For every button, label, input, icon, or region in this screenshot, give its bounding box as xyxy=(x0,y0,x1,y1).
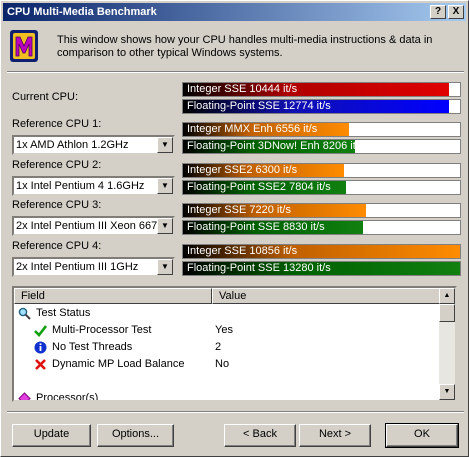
dropdown-arrow-icon[interactable]: ▼ xyxy=(157,178,173,194)
reference-cpu-4-label: Reference CPU 4: xyxy=(12,240,102,252)
reference-cpu-2-select[interactable]: 1x Intel Pentium 4 1.6GHz ▼ xyxy=(12,176,175,196)
list-item[interactable]: Test Status xyxy=(14,305,441,322)
field-text: Multi-Processor Test xyxy=(52,324,152,336)
help-button[interactable]: ? xyxy=(430,5,446,19)
listview-header: Field Value xyxy=(14,288,441,304)
bar-label: Floating-Point SSE 12774 it/s xyxy=(187,100,331,112)
benchmark-window: CPU Multi-Media Benchmark ? X This windo… xyxy=(0,0,469,457)
info-icon xyxy=(34,341,47,354)
dropdown-arrow-icon[interactable]: ▼ xyxy=(157,218,173,234)
value-text: Yes xyxy=(215,324,233,336)
value-text: 2 xyxy=(215,341,222,353)
bar-label: Integer SSE 7220 it/s xyxy=(187,204,291,216)
current-cpu-float-bar: Floating-Point SSE 12774 it/s xyxy=(182,99,461,114)
window-title: CPU Multi-Media Benchmark xyxy=(7,6,157,18)
reference-cpu-2-label: Reference CPU 2: xyxy=(12,159,102,171)
intro-text: This window shows how your CPU handles m… xyxy=(57,34,433,59)
list-item[interactable]: Multi-Processor Test Yes xyxy=(14,322,441,339)
reference-cpu-1-select[interactable]: 1x AMD Athlon 1.2GHz ▼ xyxy=(12,135,175,155)
bar-label: Integer SSE 10444 it/s xyxy=(187,83,298,95)
update-button[interactable]: Update xyxy=(12,424,91,447)
back-button[interactable]: < Back xyxy=(224,424,296,447)
value-text: No xyxy=(215,358,230,370)
vertical-scrollbar[interactable]: ▲ ▼ xyxy=(439,288,455,400)
field-text: Dynamic MP Load Balance xyxy=(52,358,185,370)
bar-label: Integer SSE 10856 it/s xyxy=(187,245,298,257)
checkmark-icon xyxy=(34,325,47,337)
scroll-up-icon[interactable]: ▲ xyxy=(439,288,455,304)
dropdown-arrow-icon[interactable]: ▼ xyxy=(157,259,173,275)
bar-label: Floating-Point 3DNow! Enh 8206 it/s xyxy=(187,140,365,152)
title-bar[interactable]: CPU Multi-Media Benchmark ? X xyxy=(3,3,466,21)
reference-cpu-4-value: 2x Intel Pentium III 1GHz xyxy=(16,261,139,273)
divider-bottom xyxy=(7,411,464,413)
bar-label: Floating-Point SSE 13280 it/s xyxy=(187,262,331,274)
list-item[interactable]: No Test Threads 2 xyxy=(14,339,441,356)
reference-cpu-4-select[interactable]: 2x Intel Pentium III 1GHz ▼ xyxy=(12,257,175,277)
next-button[interactable]: Next > xyxy=(299,424,371,447)
reference-cpu-1-value: 1x AMD Athlon 1.2GHz xyxy=(16,139,129,151)
reference-cpu-4-integer-bar: Integer SSE 10856 it/s xyxy=(182,244,461,259)
list-item[interactable]: Dynamic MP Load Balance No xyxy=(14,356,441,373)
ok-button[interactable]: OK xyxy=(385,423,459,448)
current-cpu-label: Current CPU: xyxy=(12,91,79,103)
current-cpu-integer-bar: Integer SSE 10444 it/s xyxy=(182,82,461,97)
column-header-field[interactable]: Field xyxy=(14,288,212,304)
reference-cpu-2-integer-bar: Integer SSE2 6300 it/s xyxy=(182,163,461,178)
field-text: No Test Threads xyxy=(52,341,133,353)
reference-cpu-1-float-bar: Floating-Point 3DNow! Enh 8206 it/s xyxy=(182,139,461,154)
bar-label: Integer MMX Enh 6556 it/s xyxy=(187,123,318,135)
diamond-icon xyxy=(18,392,31,400)
bar-label: Floating-Point SSE2 7804 it/s xyxy=(187,181,331,193)
scroll-down-icon[interactable]: ▼ xyxy=(439,384,455,400)
bar-label: Integer SSE2 6300 it/s xyxy=(187,164,298,176)
close-button[interactable]: X xyxy=(448,5,464,19)
reference-cpu-1-label: Reference CPU 1: xyxy=(12,118,102,130)
reference-cpu-3-select[interactable]: 2x Intel Pentium III Xeon 667MHz ▼ xyxy=(12,216,175,236)
reference-cpu-3-float-bar: Floating-Point SSE 8830 it/s xyxy=(182,220,461,235)
field-text: Test Status xyxy=(36,307,91,319)
scroll-thumb[interactable] xyxy=(439,304,455,322)
options-button[interactable]: Options... xyxy=(97,424,174,447)
reference-cpu-3-value: 2x Intel Pentium III Xeon 667MHz xyxy=(16,220,175,232)
bar-label: Floating-Point SSE 8830 it/s xyxy=(187,221,325,233)
results-listview[interactable]: Field Value Test Status Multi-Processor … xyxy=(12,286,457,402)
magnifier-icon xyxy=(18,307,31,320)
list-item[interactable]: Processor(s) xyxy=(14,390,441,402)
dropdown-arrow-icon[interactable]: ▼ xyxy=(157,137,173,153)
reference-cpu-1-integer-bar: Integer MMX Enh 6556 it/s xyxy=(182,122,461,137)
red-x-icon xyxy=(35,359,46,370)
reference-cpu-3-label: Reference CPU 3: xyxy=(12,199,102,211)
reference-cpu-3-integer-bar: Integer SSE 7220 it/s xyxy=(182,203,461,218)
column-header-value[interactable]: Value xyxy=(212,288,441,304)
reference-cpu-4-float-bar: Floating-Point SSE 13280 it/s xyxy=(182,261,461,276)
reference-cpu-2-value: 1x Intel Pentium 4 1.6GHz xyxy=(16,180,145,192)
benchmark-m-logo-icon xyxy=(10,30,38,62)
field-text: Processor(s) xyxy=(36,392,99,402)
divider-top xyxy=(7,71,464,73)
reference-cpu-2-float-bar: Floating-Point SSE2 7804 it/s xyxy=(182,180,461,195)
